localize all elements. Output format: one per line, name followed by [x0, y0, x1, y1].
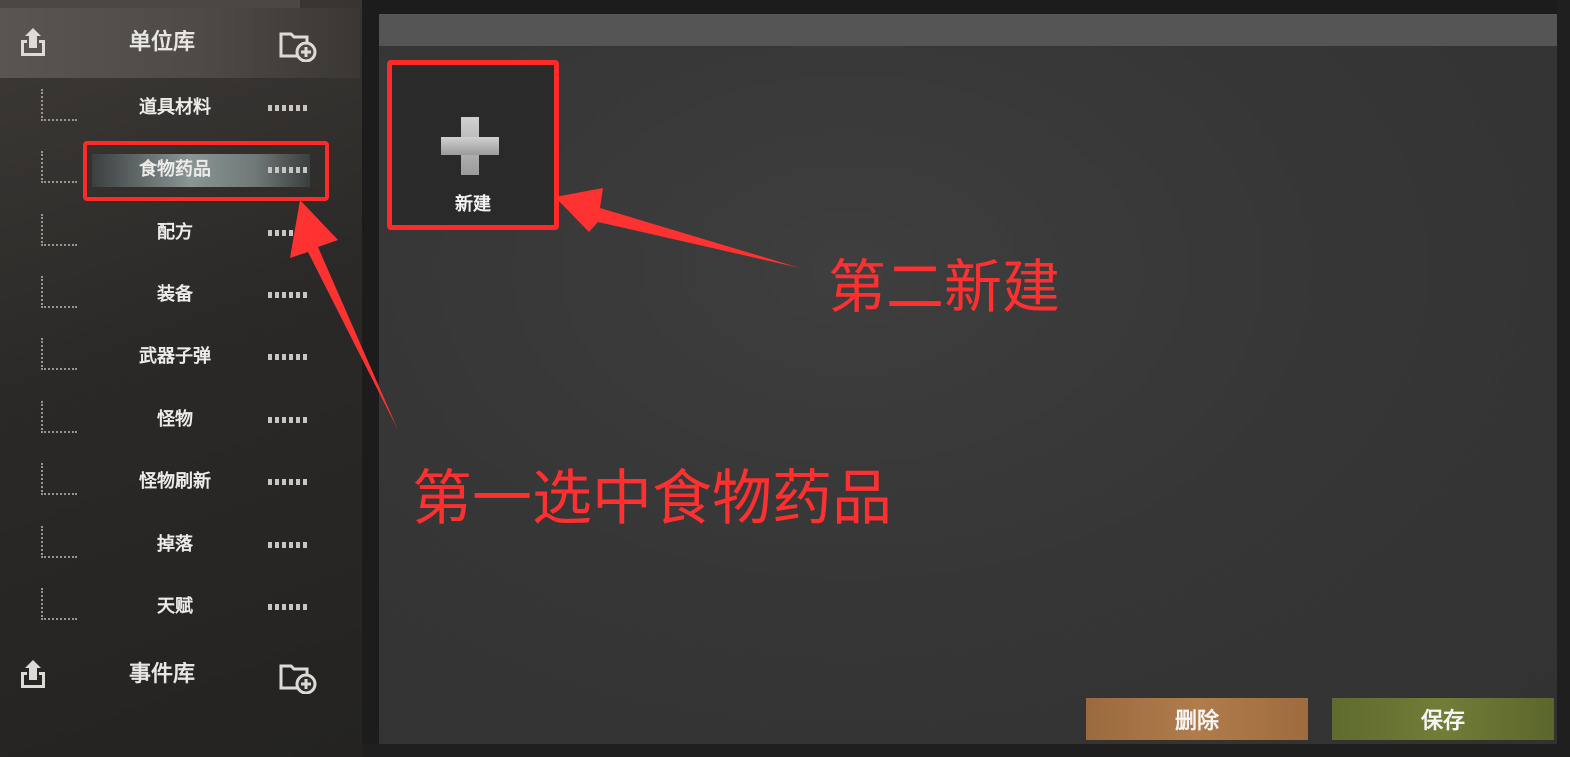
sidebar: 单位库 道具材料 食物药品 配方 装备 武器子弹 怪物 怪物刷新 掉落 天赋 事…	[0, 0, 362, 757]
unit-library-header[interactable]: 单位库	[0, 8, 360, 78]
drag-handle-icon[interactable]	[268, 542, 308, 548]
category-item[interactable]: 怪物	[0, 395, 360, 445]
drag-handle-icon[interactable]	[268, 354, 308, 360]
category-label: 道具材料	[139, 97, 211, 118]
new-item-card[interactable]: 新建	[387, 60, 559, 230]
tree-branch-line	[41, 89, 77, 121]
export-icon[interactable]	[18, 658, 48, 690]
category-label: 天赋	[157, 596, 193, 617]
category-label: 食物药品	[139, 159, 211, 180]
drag-handle-icon[interactable]	[268, 479, 308, 485]
tree-branch-line	[41, 463, 77, 495]
category-label: 掉落	[157, 534, 193, 555]
sidebar-top-strip	[0, 0, 300, 8]
tree-branch-line	[41, 214, 77, 246]
event-library-header[interactable]: 事件库	[0, 640, 360, 710]
new-item-label: 新建	[455, 194, 491, 215]
event-library-title: 事件库	[128, 662, 195, 687]
drag-handle-icon[interactable]	[268, 167, 308, 173]
tree-branch-line	[41, 338, 77, 370]
category-item[interactable]: 配方	[0, 208, 360, 258]
category-label: 武器子弹	[139, 346, 211, 367]
tree-branch-line	[41, 588, 77, 620]
drag-handle-icon[interactable]	[268, 230, 308, 236]
export-icon[interactable]	[18, 26, 48, 58]
drag-handle-icon[interactable]	[268, 105, 308, 111]
add-folder-icon[interactable]	[279, 660, 317, 694]
drag-handle-icon[interactable]	[268, 292, 308, 298]
category-item[interactable]: 道具材料	[0, 83, 360, 133]
window-bottom-edge	[362, 744, 1570, 757]
category-label: 配方	[157, 222, 193, 243]
category-item[interactable]: 怪物刷新	[0, 457, 360, 507]
category-item[interactable]: 装备	[0, 270, 360, 320]
window-right-edge	[1557, 0, 1570, 757]
category-item[interactable]: 天赋	[0, 582, 360, 632]
category-label: 怪物	[157, 409, 193, 430]
category-item[interactable]: 掉落	[0, 520, 360, 570]
category-label: 怪物刷新	[139, 471, 211, 492]
category-item[interactable]: 武器子弹	[0, 332, 360, 382]
annotation-text-first: 第一选中食物药品	[412, 464, 892, 534]
delete-button[interactable]: 删除	[1086, 698, 1308, 740]
add-folder-icon[interactable]	[279, 28, 317, 62]
tree-branch-line	[41, 151, 77, 183]
drag-handle-icon[interactable]	[268, 417, 308, 423]
plus-icon	[441, 117, 499, 175]
save-button[interactable]: 保存	[1332, 698, 1554, 740]
category-item-selected[interactable]: 食物药品	[0, 145, 360, 195]
content-top-bar	[379, 14, 1557, 46]
category-label: 装备	[157, 284, 193, 305]
tree-branch-line	[41, 401, 77, 433]
tree-branch-line	[41, 276, 77, 308]
unit-library-title: 单位库	[128, 30, 195, 55]
tree-branch-line	[41, 526, 77, 558]
drag-handle-icon[interactable]	[268, 604, 308, 610]
annotation-text-second: 第二新建	[828, 253, 1061, 321]
